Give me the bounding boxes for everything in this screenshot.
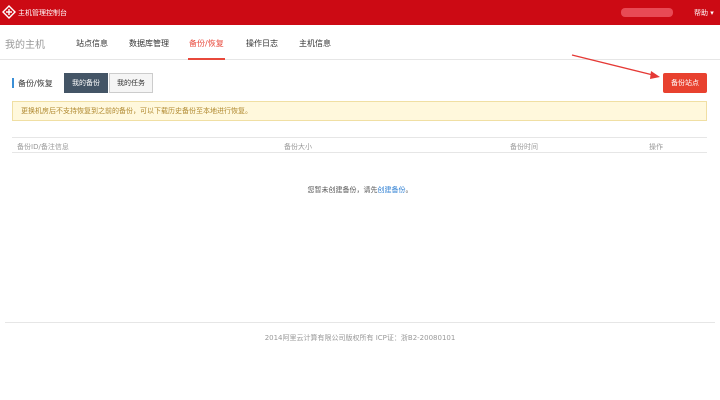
help-menu[interactable]: 帮助 ▾ [694, 8, 714, 18]
backup-site-button[interactable]: 备份站点 [663, 73, 707, 93]
column-header-backup-id: 备份ID/备注信息 [17, 143, 69, 151]
tab-site-info[interactable]: 站点信息 [76, 38, 108, 49]
section-accent-bar [12, 78, 14, 88]
footer-copyright: 2014阿里云计算有限公司版权所有 ICP证：浙B2-20080101 [264, 334, 456, 342]
my-backup-button[interactable]: 我的备份 [64, 73, 108, 93]
my-task-button[interactable]: 我的任务 [109, 73, 153, 93]
tab-host-info[interactable]: 主机信息 [299, 38, 331, 49]
column-header-size: 备份大小 [284, 143, 312, 151]
main-nav: 我的主机 站点信息 数据库管理 备份/恢复 操作日志 主机信息 [0, 25, 720, 60]
notice-banner: 更换机房后不支持恢复到之前的备份，可以下载历史备份至本地进行恢复。 [12, 101, 707, 121]
backup-table-header: 备份ID/备注信息 备份大小 备份时间 操作 [12, 137, 707, 153]
brand-title: 我的主机 [5, 40, 45, 51]
tab-operation-log[interactable]: 操作日志 [246, 38, 278, 49]
empty-suffix: 。 [405, 186, 413, 194]
column-header-time: 备份时间 [510, 143, 538, 151]
section-title: 备份/恢复 [18, 79, 53, 88]
chevron-down-icon: ▾ [708, 9, 714, 17]
empty-prefix: 您暂未创建备份，请先 [307, 186, 378, 194]
app-title: 主机管理控制台 [18, 9, 67, 17]
tab-backup-restore[interactable]: 备份/恢复 [189, 38, 224, 49]
active-tab-indicator [188, 58, 225, 60]
top-bar: 主机管理控制台 帮助 ▾ [0, 0, 720, 25]
user-account-redacted[interactable] [621, 8, 673, 17]
column-header-action: 操作 [649, 143, 663, 151]
empty-state: 您暂未创建备份，请先创建备份。 [0, 185, 720, 195]
create-backup-link[interactable]: 创建备份 [378, 186, 406, 194]
footer-divider [5, 322, 715, 323]
help-label: 帮助 [694, 9, 708, 17]
tab-database[interactable]: 数据库管理 [129, 38, 169, 49]
aliyun-logo-icon[interactable] [2, 5, 16, 19]
